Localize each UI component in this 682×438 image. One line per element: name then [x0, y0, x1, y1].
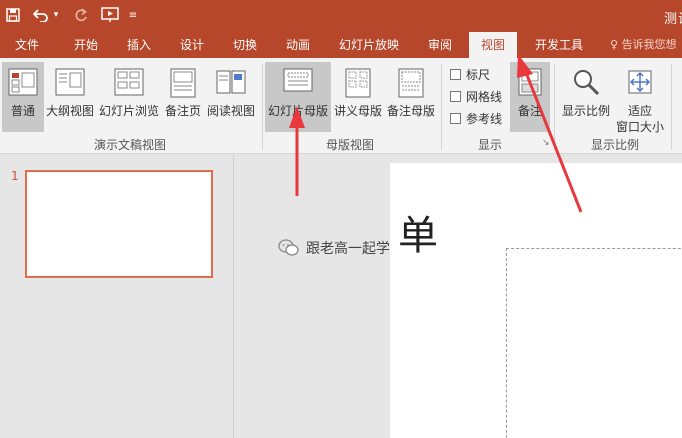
checkbox-box — [450, 112, 461, 124]
gridlines-label: 网格线 — [466, 89, 503, 104]
outline-view-label: 大纲视图 — [45, 104, 94, 118]
tab-animations[interactable]: 动画 — [276, 32, 320, 58]
normal-view-label: 普通 — [10, 104, 35, 118]
group-separator — [262, 64, 263, 150]
guides-label: 参考线 — [466, 111, 503, 126]
notes-page-label: 备注页 — [164, 104, 201, 118]
notes-page-button[interactable]: 备注页 — [162, 62, 204, 132]
group-label-presentation-views: 演示文稿视图 — [93, 138, 166, 152]
notes-page-icon — [170, 68, 196, 98]
slideshow-from-start-icon[interactable] — [100, 5, 122, 25]
reading-view-label: 阅读视图 — [206, 104, 255, 118]
tab-view[interactable]: 视图 — [469, 32, 517, 58]
slide-master-label: 幻灯片母版 — [267, 104, 328, 118]
dropdown-arrow-icon[interactable]: ▾ — [51, 5, 61, 25]
tab-slideshow[interactable]: 幻灯片放映 — [331, 32, 407, 58]
slides-pane: 1 — [0, 155, 234, 438]
fit-label-line2: 窗口大小 — [615, 120, 664, 134]
notes-master-button[interactable]: 备注母版 — [385, 62, 437, 132]
reading-view-button[interactable]: 阅读视图 — [205, 62, 257, 132]
notes-button[interactable]: 备注 — [510, 62, 550, 132]
zoom-label: 显示比例 — [561, 104, 610, 118]
notes-master-icon — [398, 68, 424, 98]
handout-master-label: 讲义母版 — [333, 104, 382, 118]
notes-icon — [518, 68, 542, 96]
tab-insert[interactable]: 插入 — [117, 32, 161, 58]
outline-view-button[interactable]: 大纲视图 — [45, 62, 95, 132]
tell-me-search[interactable]: ♀ 告诉我您想 — [610, 32, 677, 58]
ruler-checkbox[interactable]: 标尺 — [450, 65, 490, 83]
gridlines-checkbox[interactable]: 网格线 — [450, 87, 502, 105]
ribbon-tabs: 文件 开始 插入 设计 切换 动画 幻灯片放映 审阅 视图 开发工具 ♀ 告诉我… — [0, 32, 682, 58]
redo-icon[interactable] — [72, 5, 90, 25]
watermark: 跟老高一起学 — [278, 238, 390, 258]
slide-sorter-icon — [114, 68, 144, 96]
notes-label: 备注 — [517, 104, 542, 118]
notes-master-label: 备注母版 — [386, 104, 435, 118]
group-separator — [671, 64, 672, 150]
magnifier-icon — [574, 70, 600, 96]
group-label-zoom: 显示比例 — [590, 138, 639, 152]
fit-label-line1: 适应 — [627, 104, 652, 118]
fit-to-window-button[interactable]: 适应 窗口大小 — [614, 62, 666, 134]
slide-sorter-button[interactable]: 幻灯片浏览 — [98, 62, 160, 132]
slide-master-icon — [283, 68, 313, 92]
slide-text-fragment: 单 — [398, 213, 438, 259]
zoom-button[interactable]: 显示比例 — [558, 62, 614, 132]
checkbox-box — [450, 90, 461, 102]
normal-view-button[interactable]: 普通 — [2, 62, 44, 132]
tab-transitions[interactable]: 切换 — [223, 32, 267, 58]
ribbon-view: 普通 大纲视图 幻灯片浏览 备注页 阅读视图 演示文稿视图 幻灯片母版 讲义母版… — [0, 58, 682, 154]
slide-number: 1 — [11, 169, 19, 183]
tab-review[interactable]: 审阅 — [418, 32, 462, 58]
document-title: 测试 — [663, 12, 682, 27]
group-label-master-views: 母版视图 — [325, 138, 374, 152]
slide-thumbnail[interactable] — [25, 170, 213, 278]
lightbulb-icon: ♀ — [610, 38, 622, 51]
slide-master-button[interactable]: 幻灯片母版 — [265, 62, 331, 132]
content-placeholder[interactable] — [506, 248, 682, 438]
customize-quick-access-icon[interactable]: ≡ — [128, 5, 138, 25]
reading-view-icon — [216, 70, 246, 94]
tell-me-text: 告诉我您想 — [621, 38, 677, 51]
outline-view-icon — [55, 68, 85, 96]
group-separator — [554, 64, 555, 150]
ruler-label: 标尺 — [466, 67, 491, 82]
fit-to-window-icon — [628, 70, 652, 94]
normal-view-icon — [8, 68, 38, 96]
title-bar: ▾ ≡ 测试 — [0, 0, 682, 32]
group-separator — [441, 64, 442, 150]
undo-icon[interactable] — [32, 5, 50, 25]
tab-developer[interactable]: 开发工具 — [527, 32, 591, 58]
dialog-launcher-icon[interactable]: ↘ — [542, 138, 550, 148]
checkbox-box — [450, 68, 461, 80]
handout-master-icon — [345, 68, 371, 98]
watermark-text: 跟老高一起学 — [306, 241, 390, 257]
group-label-show: 显示 — [477, 138, 502, 152]
tab-file[interactable]: 文件 — [6, 32, 48, 58]
guides-checkbox[interactable]: 参考线 — [450, 109, 502, 127]
tab-design[interactable]: 设计 — [170, 32, 214, 58]
save-icon[interactable] — [4, 5, 22, 25]
tab-home[interactable]: 开始 — [64, 32, 108, 58]
wechat-icon — [278, 239, 299, 256]
slide-sorter-label: 幻灯片浏览 — [98, 104, 159, 118]
handout-master-button[interactable]: 讲义母版 — [332, 62, 384, 132]
slide-editing-area — [235, 155, 682, 438]
